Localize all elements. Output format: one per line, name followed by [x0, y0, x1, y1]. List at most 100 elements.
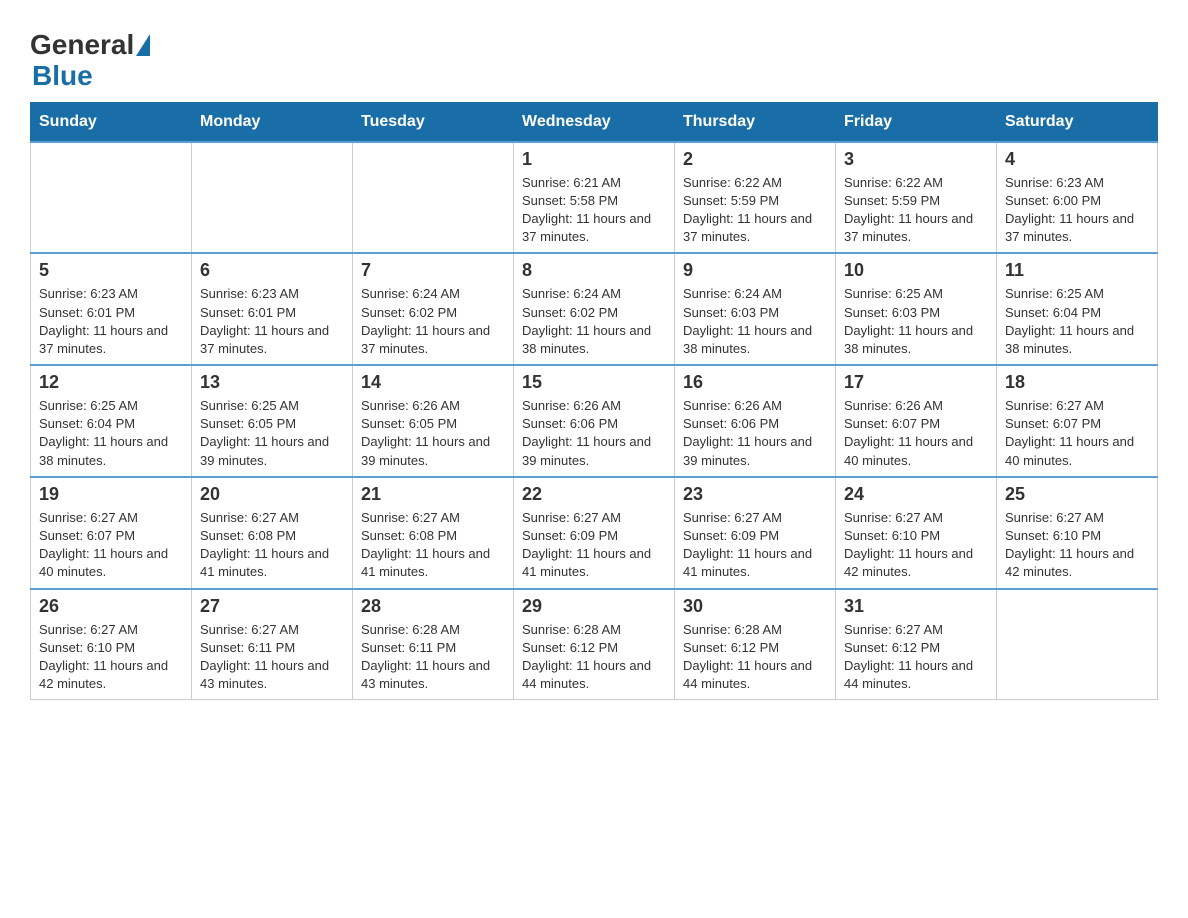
calendar-week-row-2: 5 Sunrise: 6:23 AM Sunset: 6:01 PM Daylig… [31, 253, 1158, 365]
day-info: Sunrise: 6:27 AM Sunset: 6:09 PM Dayligh… [683, 509, 827, 582]
day-number: 22 [522, 484, 666, 505]
day-number: 8 [522, 260, 666, 281]
calendar-cell [353, 142, 514, 254]
day-info: Sunrise: 6:24 AM Sunset: 6:02 PM Dayligh… [361, 285, 505, 358]
calendar-cell: 16Sunrise: 6:26 AM Sunset: 6:06 PM Dayli… [675, 365, 836, 477]
day-info: Sunrise: 6:23 AM Sunset: 6:01 PM Dayligh… [200, 285, 344, 358]
calendar-cell: 2 Sunrise: 6:22 AM Sunset: 5:59 PM Daylig… [675, 142, 836, 254]
calendar-cell: 12 Sunrise: 6:25 AM Sunset: 6:04 PM Dayli… [31, 365, 192, 477]
calendar-body: 1Sunrise: 6:21 AM Sunset: 5:58 PM Daylig… [31, 142, 1158, 700]
day-info: Sunrise: 6:27 AM Sunset: 6:10 PM Dayligh… [844, 509, 988, 582]
calendar-cell: 23 Sunrise: 6:27 AM Sunset: 6:09 PM Dayli… [675, 477, 836, 589]
weekday-header-tuesday: Tuesday [353, 102, 514, 142]
calendar-cell: 8 Sunrise: 6:24 AM Sunset: 6:02 PM Daylig… [514, 253, 675, 365]
day-number: 24 [844, 484, 988, 505]
calendar-cell: 11 Sunrise: 6:25 AM Sunset: 6:04 PM Dayli… [997, 253, 1158, 365]
header: General Blue [30, 20, 1158, 92]
calendar-cell: 18 Sunrise: 6:27 AM Sunset: 6:07 PM Dayli… [997, 365, 1158, 477]
day-number: 27 [200, 596, 344, 617]
day-info: Sunrise: 6:24 AM Sunset: 6:03 PM Dayligh… [683, 285, 827, 358]
day-info: Sunrise: 6:25 AM Sunset: 6:05 PM Dayligh… [200, 397, 344, 470]
calendar-cell: 24 Sunrise: 6:27 AM Sunset: 6:10 PM Dayli… [836, 477, 997, 589]
day-number: 7 [361, 260, 505, 281]
weekday-header-monday: Monday [192, 102, 353, 142]
calendar-cell: 1Sunrise: 6:21 AM Sunset: 5:58 PM Daylig… [514, 142, 675, 254]
day-number: 20 [200, 484, 344, 505]
day-number: 19 [39, 484, 183, 505]
logo-blue-text: Blue [32, 60, 93, 91]
calendar-cell: 21 Sunrise: 6:27 AM Sunset: 6:08 PM Dayli… [353, 477, 514, 589]
day-number: 10 [844, 260, 988, 281]
day-number: 2 [683, 149, 827, 170]
calendar-cell: 9 Sunrise: 6:24 AM Sunset: 6:03 PM Daylig… [675, 253, 836, 365]
calendar-cell: 6Sunrise: 6:23 AM Sunset: 6:01 PM Daylig… [192, 253, 353, 365]
day-info: Sunrise: 6:23 AM Sunset: 6:01 PM Dayligh… [39, 285, 183, 358]
calendar-cell: 29 Sunrise: 6:28 AM Sunset: 6:12 PM Dayli… [514, 589, 675, 700]
weekday-header-row: SundayMondayTuesdayWednesdayThursdayFrid… [31, 102, 1158, 142]
calendar-cell: 20Sunrise: 6:27 AM Sunset: 6:08 PM Dayli… [192, 477, 353, 589]
calendar-week-row-3: 12 Sunrise: 6:25 AM Sunset: 6:04 PM Dayli… [31, 365, 1158, 477]
calendar-cell [997, 589, 1158, 700]
calendar-cell: 7 Sunrise: 6:24 AM Sunset: 6:02 PM Daylig… [353, 253, 514, 365]
day-info: Sunrise: 6:27 AM Sunset: 6:09 PM Dayligh… [522, 509, 666, 582]
logo: General Blue [30, 30, 152, 92]
day-number: 17 [844, 372, 988, 393]
weekday-header-friday: Friday [836, 102, 997, 142]
day-info: Sunrise: 6:25 AM Sunset: 6:04 PM Dayligh… [1005, 285, 1149, 358]
weekday-header-thursday: Thursday [675, 102, 836, 142]
day-number: 3 [844, 149, 988, 170]
day-number: 16 [683, 372, 827, 393]
day-info: Sunrise: 6:27 AM Sunset: 6:12 PM Dayligh… [844, 621, 988, 694]
day-info: Sunrise: 6:28 AM Sunset: 6:12 PM Dayligh… [522, 621, 666, 694]
day-info: Sunrise: 6:26 AM Sunset: 6:06 PM Dayligh… [522, 397, 666, 470]
day-info: Sunrise: 6:27 AM Sunset: 6:07 PM Dayligh… [39, 509, 183, 582]
weekday-header-wednesday: Wednesday [514, 102, 675, 142]
day-info: Sunrise: 6:26 AM Sunset: 6:07 PM Dayligh… [844, 397, 988, 470]
day-number: 9 [683, 260, 827, 281]
day-number: 28 [361, 596, 505, 617]
calendar-cell: 26Sunrise: 6:27 AM Sunset: 6:10 PM Dayli… [31, 589, 192, 700]
day-info: Sunrise: 6:28 AM Sunset: 6:11 PM Dayligh… [361, 621, 505, 694]
day-info: Sunrise: 6:25 AM Sunset: 6:04 PM Dayligh… [39, 397, 183, 470]
weekday-header-sunday: Sunday [31, 102, 192, 142]
calendar-week-row-4: 19 Sunrise: 6:27 AM Sunset: 6:07 PM Dayli… [31, 477, 1158, 589]
calendar-cell: 4Sunrise: 6:23 AM Sunset: 6:00 PM Daylig… [997, 142, 1158, 254]
calendar-table: SundayMondayTuesdayWednesdayThursdayFrid… [30, 102, 1158, 701]
logo-general-text: General [30, 30, 134, 61]
calendar-cell: 5 Sunrise: 6:23 AM Sunset: 6:01 PM Daylig… [31, 253, 192, 365]
calendar-cell: 15 Sunrise: 6:26 AM Sunset: 6:06 PM Dayli… [514, 365, 675, 477]
day-info: Sunrise: 6:27 AM Sunset: 6:07 PM Dayligh… [1005, 397, 1149, 470]
day-number: 1 [522, 149, 666, 170]
day-number: 29 [522, 596, 666, 617]
day-info: Sunrise: 6:24 AM Sunset: 6:02 PM Dayligh… [522, 285, 666, 358]
day-info: Sunrise: 6:27 AM Sunset: 6:10 PM Dayligh… [39, 621, 183, 694]
day-number: 13 [200, 372, 344, 393]
calendar-cell: 3Sunrise: 6:22 AM Sunset: 5:59 PM Daylig… [836, 142, 997, 254]
day-number: 5 [39, 260, 183, 281]
day-number: 18 [1005, 372, 1149, 393]
day-number: 12 [39, 372, 183, 393]
calendar-cell: 19 Sunrise: 6:27 AM Sunset: 6:07 PM Dayli… [31, 477, 192, 589]
calendar-cell [192, 142, 353, 254]
calendar-cell: 22 Sunrise: 6:27 AM Sunset: 6:09 PM Dayli… [514, 477, 675, 589]
day-info: Sunrise: 6:22 AM Sunset: 5:59 PM Dayligh… [683, 174, 827, 247]
day-number: 25 [1005, 484, 1149, 505]
day-number: 11 [1005, 260, 1149, 281]
calendar-cell: 25 Sunrise: 6:27 AM Sunset: 6:10 PM Dayli… [997, 477, 1158, 589]
day-number: 23 [683, 484, 827, 505]
logo-triangle-icon [136, 34, 150, 56]
calendar-cell: 10 Sunrise: 6:25 AM Sunset: 6:03 PM Dayli… [836, 253, 997, 365]
day-info: Sunrise: 6:27 AM Sunset: 6:10 PM Dayligh… [1005, 509, 1149, 582]
calendar-cell: 13 Sunrise: 6:25 AM Sunset: 6:05 PM Dayli… [192, 365, 353, 477]
calendar-cell: 28 Sunrise: 6:28 AM Sunset: 6:11 PM Dayli… [353, 589, 514, 700]
day-number: 31 [844, 596, 988, 617]
day-number: 21 [361, 484, 505, 505]
day-info: Sunrise: 6:27 AM Sunset: 6:08 PM Dayligh… [361, 509, 505, 582]
calendar-cell: 27Sunrise: 6:27 AM Sunset: 6:11 PM Dayli… [192, 589, 353, 700]
day-info: Sunrise: 6:28 AM Sunset: 6:12 PM Dayligh… [683, 621, 827, 694]
day-number: 15 [522, 372, 666, 393]
calendar-header: SundayMondayTuesdayWednesdayThursdayFrid… [31, 102, 1158, 142]
calendar-cell: 14Sunrise: 6:26 AM Sunset: 6:05 PM Dayli… [353, 365, 514, 477]
calendar-week-row-5: 26Sunrise: 6:27 AM Sunset: 6:10 PM Dayli… [31, 589, 1158, 700]
day-info: Sunrise: 6:25 AM Sunset: 6:03 PM Dayligh… [844, 285, 988, 358]
